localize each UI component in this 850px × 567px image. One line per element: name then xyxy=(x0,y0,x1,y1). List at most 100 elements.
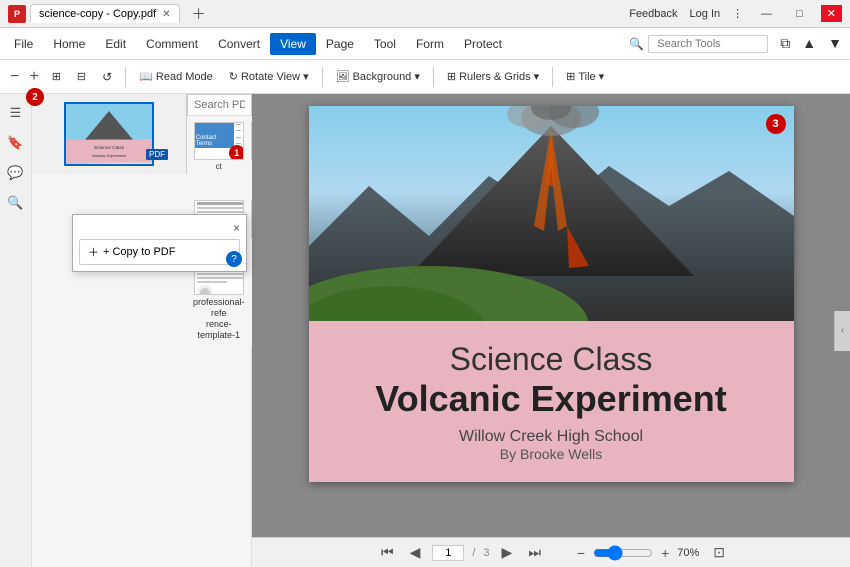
fit-icon: ⊞ xyxy=(52,70,61,83)
title-bar-left: P science-copy - Copy.pdf ✕ ＋ xyxy=(8,1,214,27)
first-page-button[interactable]: ⏮ xyxy=(377,542,398,563)
rulers-label: Rulers & Grids xyxy=(459,71,531,83)
title-bar-right: Feedback Log In ⋮ — □ ✕ xyxy=(629,5,842,22)
view-menu[interactable]: View xyxy=(270,33,316,55)
thumbnail-svg: Science Class Volcanic Experiment xyxy=(66,102,152,164)
rotate-view-chevron: ▾ xyxy=(303,70,309,83)
rotate-view-icon: ↻ xyxy=(229,70,238,83)
tab-close-button[interactable]: ✕ xyxy=(162,9,170,20)
sidebar-bookmark-icon[interactable]: 🔖 xyxy=(5,132,27,154)
fit-width-icon: ⊟ xyxy=(77,70,86,83)
tab-title: science-copy - Copy.pdf xyxy=(39,8,156,20)
read-mode-icon: 📖 xyxy=(139,70,153,83)
svg-text:Science Class: Science Class xyxy=(94,145,125,151)
toolbar-separator-3 xyxy=(433,67,434,87)
help-icon[interactable]: ? xyxy=(226,251,242,267)
sidebar-pages-icon[interactable]: ☰ xyxy=(5,102,27,124)
new-tab-button[interactable]: ＋ xyxy=(184,1,214,27)
tile-label: Tile xyxy=(578,71,595,83)
badge-2: 2 xyxy=(26,88,44,106)
login-link[interactable]: Log In xyxy=(690,8,721,20)
zoom-in-button[interactable]: + xyxy=(657,543,673,563)
form-menu[interactable]: Form xyxy=(406,33,454,55)
protect-menu[interactable]: Protect xyxy=(454,33,512,55)
feedback-link[interactable]: Feedback xyxy=(629,8,677,20)
svg-text:Volcanic Experiment: Volcanic Experiment xyxy=(92,154,127,158)
popup-header: × xyxy=(77,219,242,237)
page-number-input[interactable] xyxy=(432,545,464,561)
zoom-area: − + 70% ⊡ xyxy=(573,543,725,563)
fit-page-zoom-button[interactable]: ⊡ xyxy=(713,544,725,561)
search-tools-area: 🔍 xyxy=(629,35,768,53)
school-name: Willow Creek High School xyxy=(339,428,764,446)
left-sidebar: ☰ 🔖 💬 🔍 xyxy=(0,94,32,567)
volcanic-experiment-title: Volcanic Experiment xyxy=(339,378,764,420)
template-thumb-ct: Contact Terms — — —— — —— — 1 xyxy=(194,122,244,160)
search-pdf-input[interactable] xyxy=(187,94,252,116)
zoom-out-toolbar-button[interactable]: − xyxy=(6,68,23,86)
rulers-grids-button[interactable]: ⊞ Rulers & Grids ▾ xyxy=(440,66,546,87)
page-separator: / xyxy=(472,547,475,559)
active-tab[interactable]: science-copy - Copy.pdf ✕ xyxy=(30,4,180,23)
fit-page-button[interactable]: ⊞ xyxy=(45,66,68,87)
zoom-in-toolbar-button[interactable]: + xyxy=(25,68,42,86)
menu-dots[interactable]: ⋮ xyxy=(732,7,743,20)
comment-menu[interactable]: Comment xyxy=(136,33,208,55)
panel-area: Science Class Volcanic Experiment 2 PDF … xyxy=(32,94,252,567)
tile-button[interactable]: ⊞ Tile ▾ xyxy=(559,66,611,87)
pdf-thumbnail-panel: Science Class Volcanic Experiment 2 PDF … xyxy=(32,94,187,174)
background-icon: 🖼 xyxy=(336,70,350,83)
tool-menu[interactable]: Tool xyxy=(364,33,406,55)
edit-menu[interactable]: Edit xyxy=(95,33,136,55)
sidebar-comment-icon[interactable]: 💬 xyxy=(5,162,27,184)
right-collapse-handle[interactable]: ‹ xyxy=(834,311,850,351)
toolbar-separator-2 xyxy=(322,67,323,87)
template-item-ct[interactable]: Contact Terms — — —— — —— — 1 ct xyxy=(193,122,245,194)
last-page-button[interactable]: ⏭ xyxy=(524,542,545,563)
author-name: By Brooke Wells xyxy=(339,446,764,462)
search-tools-input[interactable] xyxy=(648,35,768,53)
zoom-slider[interactable] xyxy=(593,545,653,561)
expand-down-button[interactable]: ▼ xyxy=(824,35,846,52)
read-mode-button[interactable]: 📖 Read Mode xyxy=(132,66,220,87)
toolbar-separator-1 xyxy=(125,67,126,87)
maximize-button[interactable]: □ xyxy=(790,6,809,22)
pdf-page-text-area: Science Class Volcanic Experiment Willow… xyxy=(309,321,794,482)
rotate-view-button[interactable]: ↻ Rotate View ▾ xyxy=(222,66,316,87)
prev-page-button[interactable]: ◀ xyxy=(406,542,425,563)
thumbnail-image: Science Class Volcanic Experiment xyxy=(64,102,154,166)
collapse-up-button[interactable]: ▲ xyxy=(798,35,820,52)
copy-to-pdf-button[interactable]: ＋ + Copy to PDF xyxy=(79,239,240,265)
pdf-thumbnail-item[interactable]: Science Class Volcanic Experiment 2 PDF xyxy=(32,94,186,174)
page-menu[interactable]: Page xyxy=(316,33,364,55)
toolbar: − + ⊞ ⊟ ↺ 📖 Read Mode ↻ Rotate View ▾ 🖼 … xyxy=(0,60,850,94)
next-page-button[interactable]: ▶ xyxy=(498,542,517,563)
tile-icon: ⊞ xyxy=(566,70,575,83)
convert-menu[interactable]: Convert xyxy=(208,33,270,55)
background-button[interactable]: 🖼 Background ▾ xyxy=(329,66,427,87)
science-class-title: Science Class xyxy=(339,341,764,378)
background-label: Background xyxy=(353,71,412,83)
zoom-level-display: 70% xyxy=(677,547,709,559)
badge-3: 3 xyxy=(766,114,786,134)
fit-width-button[interactable]: ⊟ xyxy=(70,66,93,87)
rotate-icon: ↺ xyxy=(102,70,112,84)
volcano-svg xyxy=(309,106,794,321)
toolbar-separator-4 xyxy=(552,67,553,87)
app-icon: P xyxy=(8,5,26,23)
bottom-navigation-bar: ⏮ ◀ / 3 ▶ ⏭ − + 70% ⊡ xyxy=(252,537,850,567)
pdf-page-image xyxy=(309,106,794,321)
sidebar-search-icon[interactable]: 🔍 xyxy=(5,192,27,214)
float-button[interactable]: ⧉ xyxy=(776,35,794,52)
zoom-out-button[interactable]: − xyxy=(573,543,589,563)
close-button[interactable]: ✕ xyxy=(821,5,842,22)
pdf-overlay-icon: PDF xyxy=(146,149,168,160)
file-menu[interactable]: File xyxy=(4,33,43,55)
minimize-button[interactable]: — xyxy=(755,6,778,22)
home-menu[interactable]: Home xyxy=(43,33,95,55)
rulers-icon: ⊞ xyxy=(447,70,456,83)
search-icon: 🔍 xyxy=(629,37,644,51)
title-bar: P science-copy - Copy.pdf ✕ ＋ Feedback L… xyxy=(0,0,850,28)
popup-close-button[interactable]: × xyxy=(233,221,240,235)
plus-icon: ＋ xyxy=(88,244,99,260)
